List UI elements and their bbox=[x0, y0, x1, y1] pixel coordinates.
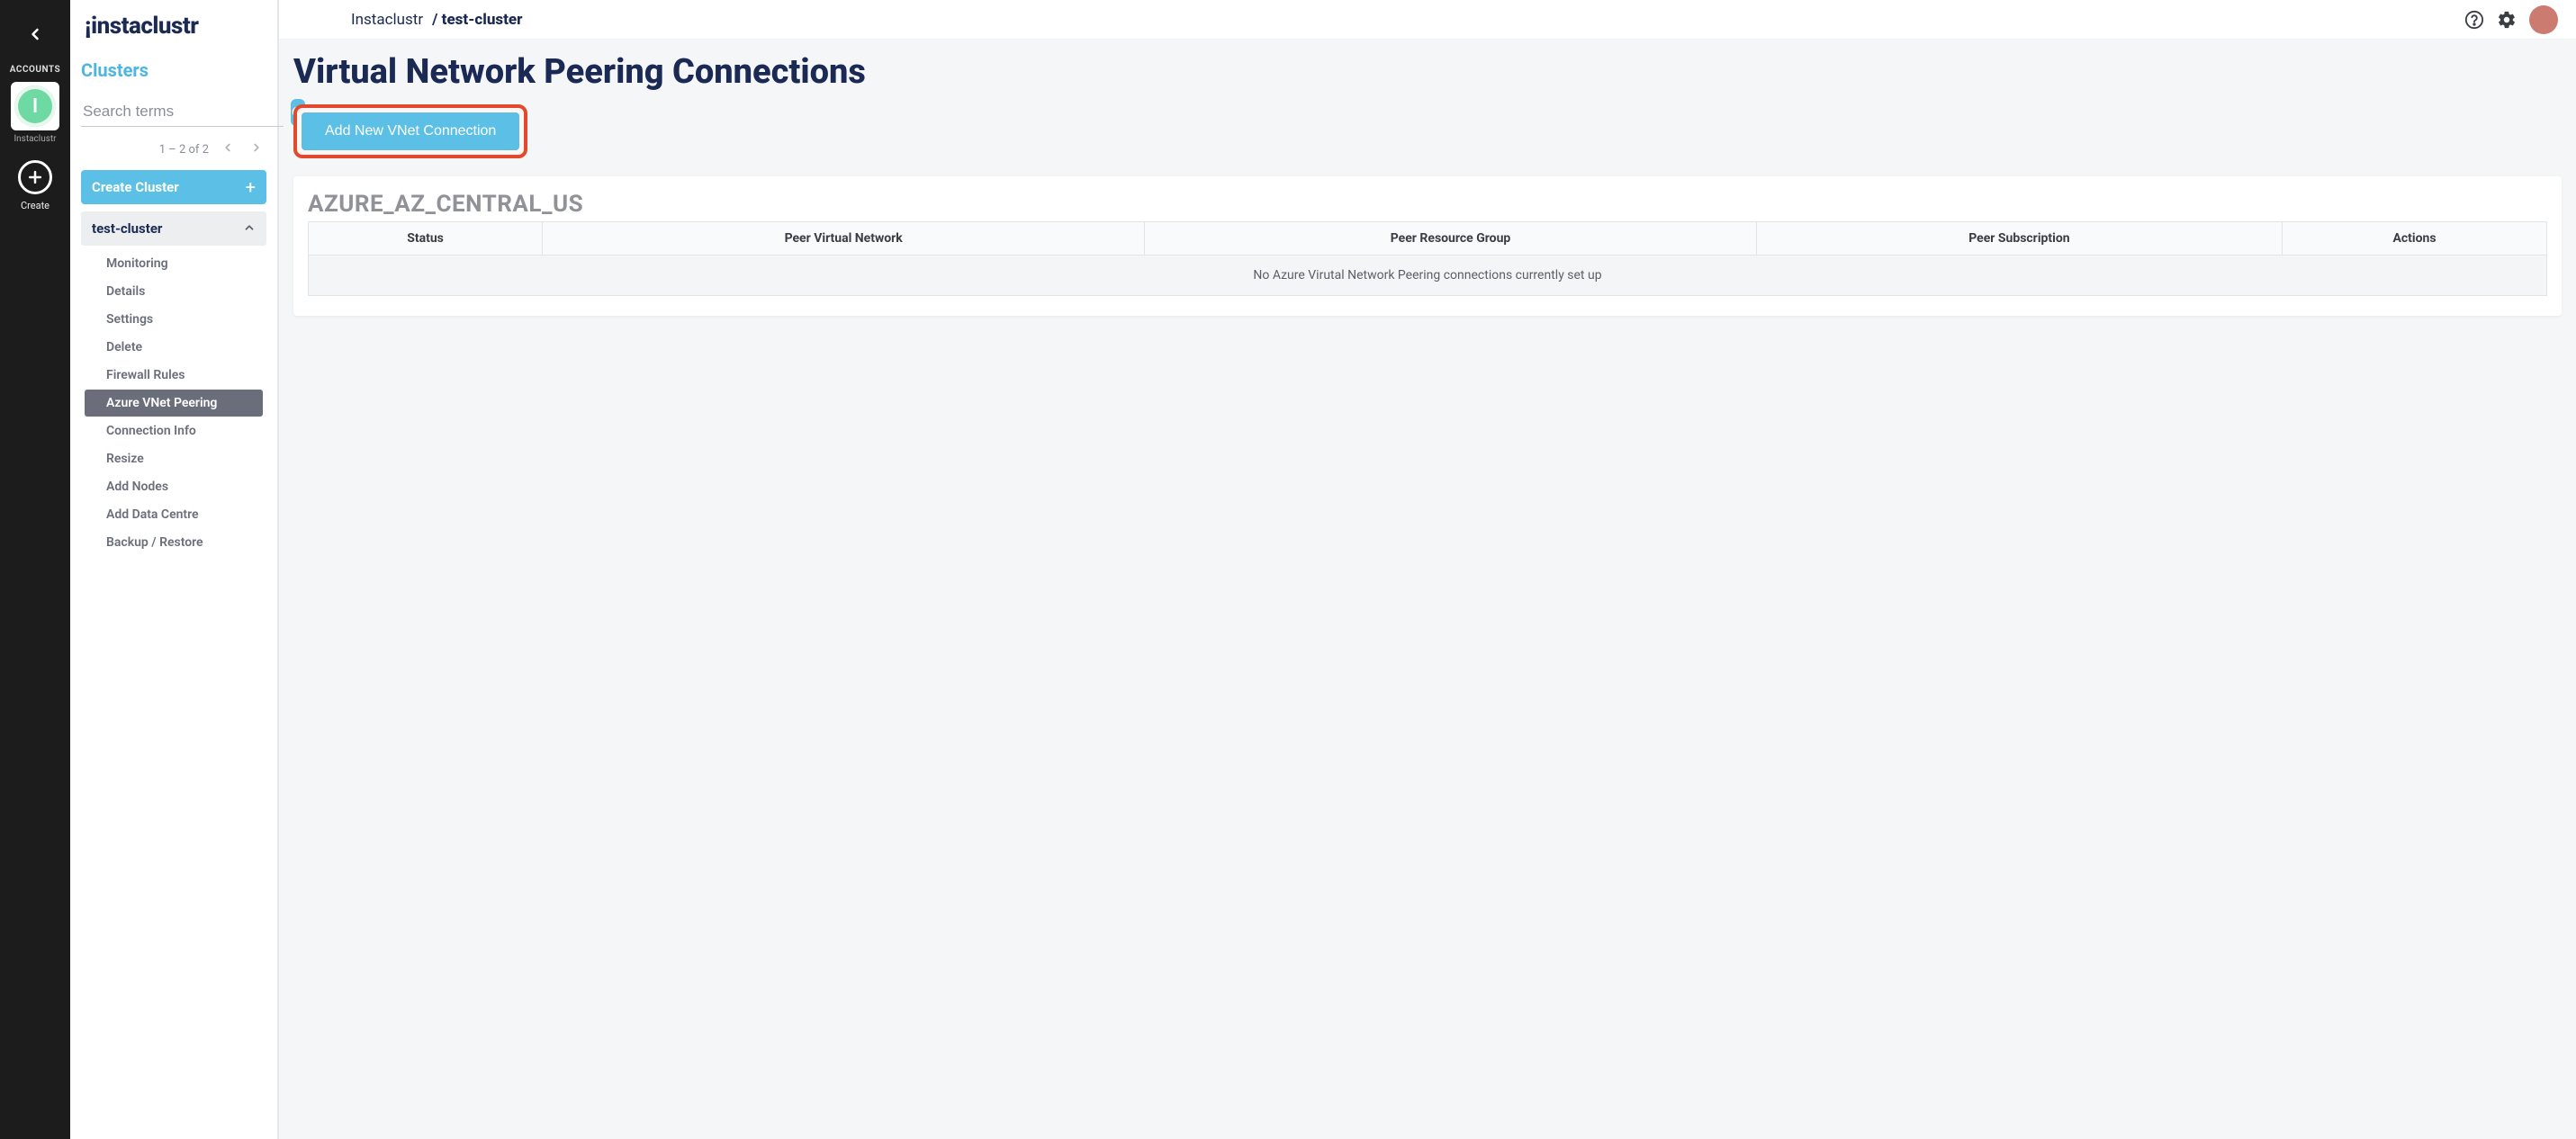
table-empty-row: No Azure Virutal Network Peering connect… bbox=[309, 256, 2547, 296]
sidebar: ¡instaclustr Clusters 1 – 2 of 2 Create … bbox=[70, 0, 279, 1139]
add-connection-highlight: Add New VNet Connection bbox=[293, 104, 527, 158]
breadcrumb-brand[interactable]: Instaclustr bbox=[351, 11, 423, 29]
plus-circle-icon bbox=[18, 160, 52, 194]
help-button[interactable] bbox=[2464, 10, 2484, 30]
table-column-header: Peer Subscription bbox=[1756, 222, 2282, 256]
chevron-right-icon bbox=[250, 141, 263, 154]
accounts-section-label: ACCOUNTS bbox=[10, 65, 60, 75]
pager-prev[interactable] bbox=[218, 139, 238, 159]
sidebar-nav-item[interactable]: Firewall Rules bbox=[85, 362, 263, 389]
pager: 1 – 2 of 2 bbox=[81, 139, 266, 159]
user-avatar[interactable] bbox=[2529, 5, 2558, 34]
sidebar-nav-item[interactable]: Connection Info bbox=[85, 417, 263, 444]
table-column-header: Peer Virtual Network bbox=[543, 222, 1145, 256]
brand-logo[interactable]: ¡instaclustr bbox=[81, 13, 266, 40]
breadcrumb: Instaclustr / test-cluster bbox=[351, 11, 522, 29]
pager-text: 1 – 2 of 2 bbox=[159, 143, 209, 157]
chevron-left-icon bbox=[221, 141, 234, 154]
search-input[interactable] bbox=[81, 97, 284, 127]
sidebar-nav-item[interactable]: Details bbox=[85, 278, 263, 305]
content: Virtual Network Peering Connections Add … bbox=[279, 40, 2576, 1139]
main: Instaclustr / test-cluster Virtual Netwo… bbox=[279, 0, 2576, 1139]
table-column-header: Peer Resource Group bbox=[1145, 222, 1757, 256]
account-initial: I bbox=[32, 95, 38, 118]
region-card: AZURE_AZ_CENTRAL_US StatusPeer Virtual N… bbox=[293, 176, 2562, 316]
add-vnet-connection-button[interactable]: Add New VNet Connection bbox=[302, 112, 519, 150]
chevron-left-icon bbox=[26, 25, 44, 43]
breadcrumb-current: test-cluster bbox=[442, 11, 523, 29]
cluster-name: test-cluster bbox=[92, 220, 162, 237]
region-heading: AZURE_AZ_CENTRAL_US bbox=[308, 191, 2547, 218]
sidebar-nav-item[interactable]: Monitoring bbox=[85, 250, 263, 277]
sidebar-nav-item[interactable]: Backup / Restore bbox=[85, 529, 263, 556]
account-name: Instaclustr bbox=[14, 134, 56, 144]
sidebar-nav-item[interactable]: Add Data Centre bbox=[85, 501, 263, 528]
topbar: Instaclustr / test-cluster bbox=[279, 0, 2576, 40]
sidebar-title: Clusters bbox=[81, 59, 266, 81]
help-icon bbox=[2464, 10, 2484, 30]
plus-icon: + bbox=[246, 176, 256, 198]
create-cluster-button[interactable]: Create Cluster + bbox=[81, 170, 266, 204]
table-header-row: StatusPeer Virtual NetworkPeer Resource … bbox=[309, 222, 2547, 256]
table-column-header: Actions bbox=[2282, 222, 2546, 256]
search-row bbox=[81, 97, 266, 127]
sidebar-nav-item[interactable]: Add Nodes bbox=[85, 473, 263, 500]
table-column-header: Status bbox=[309, 222, 543, 256]
account-avatar: I bbox=[14, 85, 56, 127]
account-rail: ACCOUNTS I Instaclustr Create bbox=[0, 0, 70, 1139]
back-button[interactable] bbox=[0, 9, 70, 59]
chevron-up-icon bbox=[243, 220, 256, 238]
sidebar-nav-item[interactable]: Azure VNet Peering bbox=[85, 390, 263, 417]
cluster-expand-toggle[interactable]: test-cluster bbox=[81, 211, 266, 246]
create-cluster-label: Create Cluster bbox=[92, 179, 179, 195]
sidebar-nav-item[interactable]: Resize bbox=[85, 445, 263, 472]
sidebar-nav-item[interactable]: Delete bbox=[85, 334, 263, 361]
cluster-nav: MonitoringDetailsSettingsDeleteFirewall … bbox=[81, 249, 266, 557]
page-title: Virtual Network Peering Connections bbox=[293, 52, 2562, 92]
pager-next[interactable] bbox=[247, 139, 266, 159]
rail-create-label: Create bbox=[21, 200, 50, 211]
rail-create-button[interactable]: Create bbox=[18, 160, 52, 211]
peering-table: StatusPeer Virtual NetworkPeer Resource … bbox=[308, 221, 2547, 296]
account-tile[interactable]: I bbox=[11, 82, 59, 130]
sidebar-nav-item[interactable]: Settings bbox=[85, 306, 263, 333]
topbar-right bbox=[2464, 5, 2558, 34]
table-empty-message: No Azure Virutal Network Peering connect… bbox=[309, 256, 2547, 296]
settings-button[interactable] bbox=[2497, 10, 2517, 30]
gear-icon bbox=[2497, 10, 2517, 30]
